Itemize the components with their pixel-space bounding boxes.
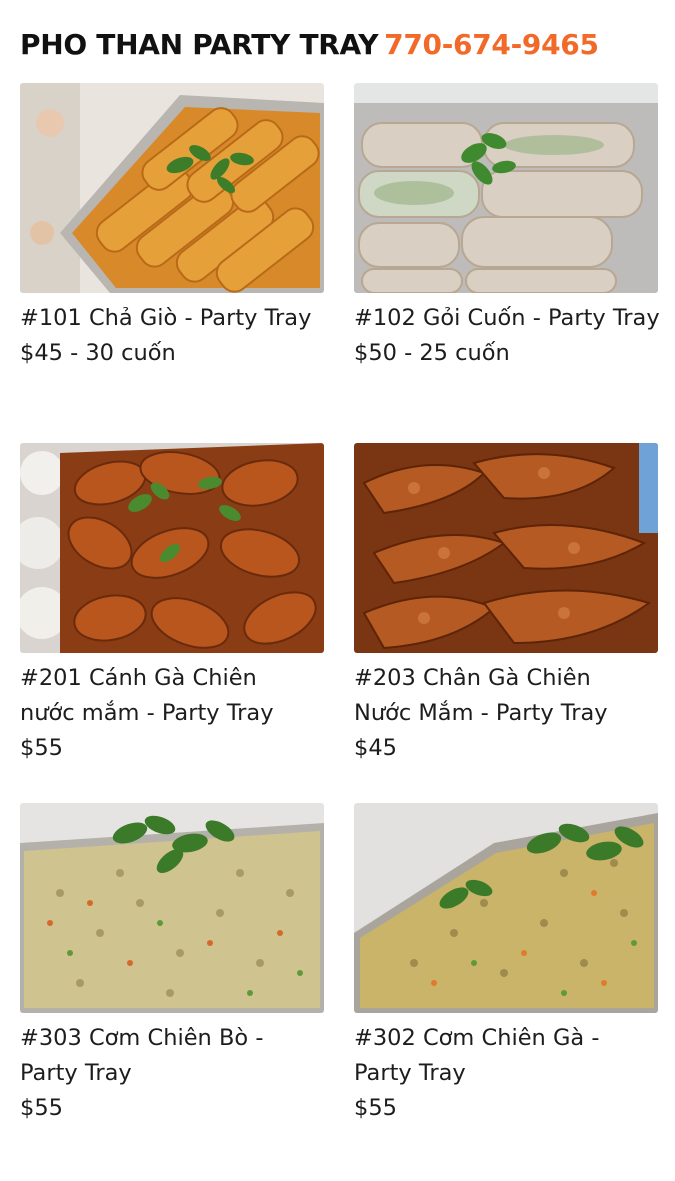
menu-item-price: $50 - 25 cuốn — [354, 340, 510, 366]
menu-item-name: Party Tray — [354, 1060, 466, 1086]
menu-item-text: #303 Cơm Chiên Bò - Party Tray $55 — [20, 1021, 324, 1126]
menu-item-card[interactable]: #303 Cơm Chiên Bò - Party Tray $55 — [20, 803, 324, 1126]
menu-item-name: #303 Cơm Chiên Bò - — [20, 1025, 264, 1051]
menu-item-text: #201 Cánh Gà Chiên nước mắm - Party Tray… — [20, 661, 324, 766]
beef-fried-rice-tray-photo — [20, 803, 324, 1013]
menu-item-name: #101 Chả Giò - Party Tray — [20, 305, 312, 331]
menu-item-name: #302 Cơm Chiên Gà - — [354, 1025, 600, 1051]
menu-item-name: #203 Chân Gà Chiên — [354, 665, 591, 691]
menu-item-card[interactable]: #203 Chân Gà Chiên Nước Mắm - Party Tray… — [354, 443, 658, 766]
menu-item-card[interactable]: #302 Cơm Chiên Gà - Party Tray $55 — [354, 803, 658, 1126]
menu-item-text: #101 Chả Giò - Party Tray $45 - 30 cuốn — [20, 301, 324, 371]
menu-item-name: #201 Cánh Gà Chiên — [20, 665, 257, 691]
page-title: PHO THAN PARTY TRAY — [20, 28, 379, 61]
menu-item-card[interactable]: #102 Gỏi Cuốn - Party Tray $50 - 25 cuốn — [354, 83, 660, 371]
page-header: PHO THAN PARTY TRAY 770-674-9465 — [20, 28, 599, 61]
chicken-fried-rice-tray-photo — [354, 803, 658, 1013]
menu-item-price: $45 - 30 cuốn — [20, 340, 176, 366]
menu-item-name: Nước Mắm - Party Tray — [354, 700, 608, 726]
menu-item-price: $55 — [20, 1095, 63, 1121]
menu-item-text: #302 Cơm Chiên Gà - Party Tray $55 — [354, 1021, 658, 1126]
spring-rolls-tray-photo — [354, 83, 658, 293]
menu-item-card[interactable]: #201 Cánh Gà Chiên nước mắm - Party Tray… — [20, 443, 324, 766]
menu-item-price: $55 — [354, 1095, 397, 1121]
phone-number-link[interactable]: 770-674-9465 — [384, 28, 599, 61]
menu-item-text: #203 Chân Gà Chiên Nước Mắm - Party Tray… — [354, 661, 658, 766]
menu-item-name: nước mắm - Party Tray — [20, 700, 274, 726]
menu-item-card[interactable]: #101 Chả Giò - Party Tray $45 - 30 cuốn — [20, 83, 324, 371]
menu-item-name: #102 Gỏi Cuốn - Party Tray — [354, 305, 660, 331]
menu-item-price: $45 — [354, 735, 397, 761]
fried-chicken-feet-tray-photo — [354, 443, 658, 653]
egg-rolls-tray-photo — [20, 83, 324, 293]
menu-item-text: #102 Gỏi Cuốn - Party Tray $50 - 25 cuốn — [354, 301, 660, 371]
fried-chicken-wings-tray-photo — [20, 443, 324, 653]
menu-item-name: Party Tray — [20, 1060, 132, 1086]
menu-item-price: $55 — [20, 735, 63, 761]
